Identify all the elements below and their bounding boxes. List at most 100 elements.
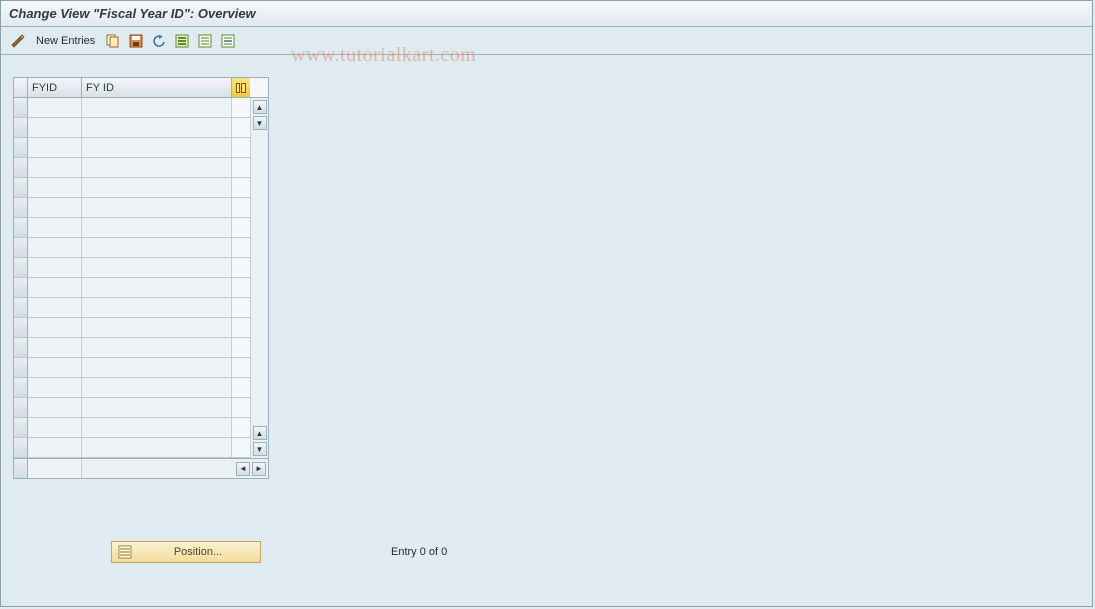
cell-fy-id[interactable] bbox=[82, 198, 232, 217]
cell-fyid[interactable] bbox=[28, 378, 82, 397]
column-header-fy-id[interactable]: FY ID bbox=[82, 78, 232, 97]
cell-fyid[interactable] bbox=[28, 178, 82, 197]
table-row bbox=[14, 118, 250, 138]
cell-fyid[interactable] bbox=[28, 338, 82, 357]
cell-fyid[interactable] bbox=[28, 198, 82, 217]
table-row bbox=[14, 198, 250, 218]
table-row bbox=[14, 298, 250, 318]
footer-row-selector bbox=[14, 459, 28, 478]
delete-icon[interactable] bbox=[219, 32, 237, 50]
cell-fy-id[interactable] bbox=[82, 98, 232, 117]
cell-fyid[interactable] bbox=[28, 438, 82, 457]
table-row bbox=[14, 438, 250, 458]
row-selector[interactable] bbox=[14, 358, 28, 377]
cell-fyid[interactable] bbox=[28, 218, 82, 237]
cell-fyid[interactable] bbox=[28, 298, 82, 317]
scroll-down-icon[interactable]: ▼ bbox=[253, 116, 267, 130]
table-configure-icon[interactable] bbox=[232, 78, 250, 97]
page-title: Change View "Fiscal Year ID": Overview bbox=[9, 6, 256, 21]
cell-fyid[interactable] bbox=[28, 278, 82, 297]
scroll-up-icon[interactable]: ▲ bbox=[253, 100, 267, 114]
footer-spacer bbox=[28, 459, 82, 478]
vertical-scrollbar[interactable]: ▲ ▼ ▲ ▼ bbox=[250, 98, 268, 458]
cell-fyid[interactable] bbox=[28, 158, 82, 177]
cell-fyid[interactable] bbox=[28, 318, 82, 337]
new-entries-button[interactable]: New Entries bbox=[32, 35, 99, 47]
cell-fy-id[interactable] bbox=[82, 138, 232, 157]
row-selector[interactable] bbox=[14, 218, 28, 237]
row-selector[interactable] bbox=[14, 158, 28, 177]
table-row bbox=[14, 218, 250, 238]
cell-fy-id[interactable] bbox=[82, 118, 232, 137]
cell-fy-id[interactable] bbox=[82, 438, 232, 457]
table-row bbox=[14, 98, 250, 118]
cell-fy-id[interactable] bbox=[82, 338, 232, 357]
row-selector[interactable] bbox=[14, 338, 28, 357]
row-selector[interactable] bbox=[14, 318, 28, 337]
cell-fyid[interactable] bbox=[28, 358, 82, 377]
row-selector[interactable] bbox=[14, 298, 28, 317]
row-selector[interactable] bbox=[14, 438, 28, 457]
toolbar: New Entries bbox=[1, 27, 1092, 55]
cell-fy-id[interactable] bbox=[82, 398, 232, 417]
table-row bbox=[14, 278, 250, 298]
table-row bbox=[14, 158, 250, 178]
cell-fyid[interactable] bbox=[28, 118, 82, 137]
cell-fyid[interactable] bbox=[28, 418, 82, 437]
title-bar: Change View "Fiscal Year ID": Overview bbox=[1, 1, 1092, 27]
select-all-icon[interactable] bbox=[173, 32, 191, 50]
table-row bbox=[14, 398, 250, 418]
table-header: FYID FY ID bbox=[14, 78, 268, 98]
row-selector[interactable] bbox=[14, 278, 28, 297]
select-all-rows-handle[interactable] bbox=[14, 78, 28, 97]
row-selector[interactable] bbox=[14, 138, 28, 157]
row-selector[interactable] bbox=[14, 378, 28, 397]
scroll-right-icon[interactable]: ► bbox=[252, 462, 266, 476]
row-selector[interactable] bbox=[14, 98, 28, 117]
table-row bbox=[14, 318, 250, 338]
table-row bbox=[14, 378, 250, 398]
cell-fyid[interactable] bbox=[28, 98, 82, 117]
row-selector[interactable] bbox=[14, 238, 28, 257]
position-label: Position... bbox=[142, 546, 254, 558]
position-button[interactable]: Position... bbox=[111, 541, 261, 563]
scroll-down-icon[interactable]: ▼ bbox=[253, 442, 267, 456]
scroll-up-icon[interactable]: ▲ bbox=[253, 426, 267, 440]
save-icon[interactable] bbox=[127, 32, 145, 50]
cell-fy-id[interactable] bbox=[82, 358, 232, 377]
cell-fy-id[interactable] bbox=[82, 178, 232, 197]
cell-fy-id[interactable] bbox=[82, 298, 232, 317]
cell-fy-id[interactable] bbox=[82, 378, 232, 397]
cell-fy-id[interactable] bbox=[82, 158, 232, 177]
cell-fyid[interactable] bbox=[28, 398, 82, 417]
horizontal-scrollbar[interactable]: ◄ ► bbox=[82, 459, 268, 478]
column-header-fyid[interactable]: FYID bbox=[28, 78, 82, 97]
row-selector[interactable] bbox=[14, 398, 28, 417]
undo-icon[interactable] bbox=[150, 32, 168, 50]
entry-status: Entry 0 of 0 bbox=[391, 546, 447, 558]
row-selector[interactable] bbox=[14, 178, 28, 197]
row-selector[interactable] bbox=[14, 118, 28, 137]
copy-icon[interactable] bbox=[104, 32, 122, 50]
toggle-edit-icon[interactable] bbox=[9, 32, 27, 50]
cell-fy-id[interactable] bbox=[82, 238, 232, 257]
scroll-left-icon[interactable]: ◄ bbox=[236, 462, 250, 476]
cell-fy-id[interactable] bbox=[82, 278, 232, 297]
deselect-all-icon[interactable] bbox=[196, 32, 214, 50]
cell-fy-id[interactable] bbox=[82, 418, 232, 437]
position-icon bbox=[118, 545, 132, 559]
cell-fy-id[interactable] bbox=[82, 258, 232, 277]
row-selector[interactable] bbox=[14, 258, 28, 277]
fiscal-year-table: FYID FY ID ▲ ▼ ▲ ▼ ◄ bbox=[13, 77, 269, 479]
cell-fyid[interactable] bbox=[28, 238, 82, 257]
cell-fy-id[interactable] bbox=[82, 218, 232, 237]
cell-fy-id[interactable] bbox=[82, 318, 232, 337]
table-row bbox=[14, 238, 250, 258]
cell-fyid[interactable] bbox=[28, 138, 82, 157]
cell-fyid[interactable] bbox=[28, 258, 82, 277]
row-selector[interactable] bbox=[14, 418, 28, 437]
row-selector[interactable] bbox=[14, 198, 28, 217]
table-row bbox=[14, 358, 250, 378]
table-row bbox=[14, 418, 250, 438]
table-row bbox=[14, 258, 250, 278]
